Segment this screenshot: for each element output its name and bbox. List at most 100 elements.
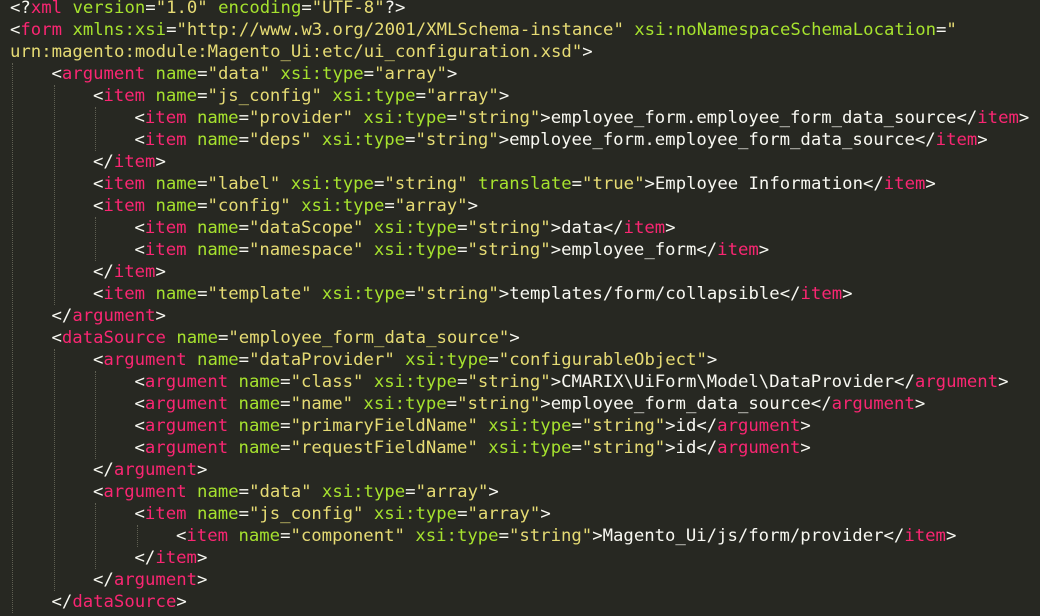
code-line[interactable]: <item name="config" xsi:type="array"> [93,195,478,217]
attribute-name: xsi:type [363,394,447,414]
code-line[interactable]: </dataSource> [52,591,187,613]
code-text: = [446,108,458,128]
code-line[interactable]: <form xmlns:xsi="http://www.w3.org/2001/… [10,19,957,41]
string-value: "config" [207,196,291,216]
code-line[interactable]: <item name="js_config" xsi:type="array"> [93,85,509,107]
code-text: = [280,372,291,392]
code-text: > [998,372,1009,392]
code-line[interactable]: <item name="label" xsi:type="string" tra… [93,173,936,195]
attribute-name: name [238,416,281,436]
code-line[interactable]: </argument> [52,305,166,327]
tag-name: item [977,108,1019,128]
tag-name: argument [717,416,801,436]
indent-guide [136,525,138,547]
code-text: = [197,86,208,106]
code-line[interactable]: <argument name="requestFieldName" xsi:ty… [135,437,811,459]
attribute-name: name [196,240,239,260]
string-value: "primaryFieldName" [290,416,478,436]
code-editor[interactable]: <?xml version="1.0" encoding="UTF-8"?> <f… [0,0,1040,616]
tag-name: form [20,20,63,40]
code-line[interactable]: <item name="namespace" xsi:type="string"… [135,239,770,261]
code-line[interactable]: <item name="dataScope" xsi:type="string"… [135,217,676,239]
code-text: = [238,350,250,370]
attribute-name: name [238,526,281,546]
code-text: = [373,174,385,194]
code-line[interactable]: <argument name="dataProvider" xsi:type="… [93,349,717,371]
attribute-name: xsi:type [373,504,458,524]
tag-name: item [144,504,187,524]
string-value: "dataProvider" [249,350,395,370]
string-value: "data" [207,64,271,84]
code-line[interactable]: <dataSource name="employee_form_data_sou… [52,327,520,349]
code-line[interactable]: <?xml version="1.0" encoding="UTF-8"?> [10,0,405,19]
string-value: "configurableObject" [498,350,707,370]
code-line[interactable]: </argument> [93,569,207,591]
code-text: >employee_form</ [550,240,718,260]
code-line[interactable]: <item name="component" xsi:type="string"… [176,525,956,547]
code-text: < [51,328,62,348]
code-line[interactable]: <item name="js_config" xsi:type="array"> [135,503,551,525]
attribute-name: xsi:type [290,174,374,194]
code-text: = [301,0,312,18]
code-text: = [405,482,416,502]
string-value: "true" [582,174,645,194]
code-line[interactable]: <item name="deps" xsi:type="string">empl… [135,129,988,151]
attribute-name: name [197,350,239,370]
attribute-name: name [155,284,198,304]
code-text: >data</ [550,218,624,238]
code-line[interactable]: <argument name="data" xsi:type="array"> [93,481,499,503]
tag-name: argument [717,438,801,458]
code-line[interactable]: </item> [93,151,166,173]
code-text: = [457,372,468,392]
tag-name: item [144,218,187,238]
code-text: < [134,108,145,128]
attribute-name: name [196,218,239,238]
tag-name: argument [831,394,915,414]
code-text: > [176,592,187,612]
code-line[interactable]: <item name="provider" xsi:type="string">… [135,107,1030,129]
attribute-name: name [238,438,281,458]
code-text: = [363,64,375,84]
attribute-name: name [238,394,281,414]
code-line[interactable]: <argument name="data" xsi:type="array"> [52,63,458,85]
string-value: "label" [207,174,281,194]
attribute-name: xsi:type [321,482,406,502]
code-line[interactable]: urn:magento:module:Magento_Ui:etc/ui_con… [10,41,593,63]
code-line[interactable]: <argument name="primaryFieldName" xsi:ty… [135,415,811,437]
string-value: "class" [290,372,364,392]
tag-name: item [935,130,978,150]
code-line[interactable]: <argument name="class" xsi:type="string"… [135,371,1009,393]
code-line[interactable]: <item name="template" xsi:type="string">… [93,283,853,305]
code-line[interactable]: </item> [135,547,208,569]
attribute-name: xsi:type [280,64,364,84]
string-value: "string" [415,130,499,150]
attribute-name: name [155,196,198,216]
tag-name: item [883,174,926,194]
string-value: "array" [425,86,499,106]
tag-name: item [144,108,187,128]
code-text: = [280,438,291,458]
code-text: </ [93,152,114,172]
code-line[interactable]: </item> [93,261,166,283]
string-value: "string" [457,108,541,128]
attribute-name: name [196,504,239,524]
code-line[interactable]: <argument name="name" xsi:type="string">… [135,393,926,415]
attribute-name: name [176,328,218,348]
string-value: " [946,20,957,40]
string-value: "1.0" [155,0,208,18]
string-value: urn:magento:module:Magento_Ui:etc/ui_con… [10,42,583,62]
code-text: > [914,394,926,414]
code-text: = [571,438,582,458]
code-text: = [498,526,509,546]
code-line[interactable]: </argument> [93,459,207,481]
code-text: </ [51,592,73,612]
